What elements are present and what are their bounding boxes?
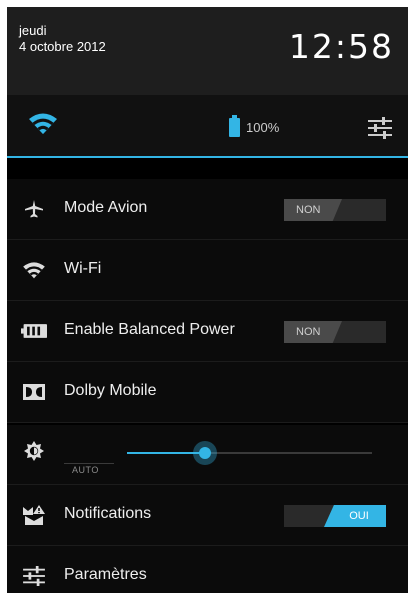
notifications-icon [21,503,47,527]
wifi-label: Wi-Fi [64,260,102,277]
dolby-row[interactable]: Dolby Mobile [7,362,408,423]
battery-status[interactable]: 100% [229,115,280,137]
brightness-row: AUTO [7,425,408,485]
notifications-label: Notifications [64,505,152,522]
notifications-toggle[interactable]: OUI [284,505,386,527]
sliders-icon[interactable] [368,117,392,144]
airplane-mode-row[interactable]: Mode Avion NON [7,179,408,240]
dolby-icon [21,380,47,404]
brightness-icon[interactable] [21,439,47,463]
balanced-power-toggle[interactable]: NON [284,321,386,343]
battery-icon [229,115,240,137]
sliders-icon [21,564,47,588]
day-label: jeudi [19,23,47,38]
settings-label: Paramètres [64,566,147,583]
airplane-mode-toggle[interactable]: NON [284,199,386,221]
brightness-slider-thumb[interactable] [193,441,218,465]
airplane-icon [21,197,47,221]
status-row: 100% [7,95,408,157]
balanced-power-toggle-state: NON [284,321,342,343]
notifications-toggle-state: OUI [324,505,386,527]
auto-brightness-divider [64,463,114,464]
quick-settings-panel: jeudi 4 octobre 2012 12:58 100% Mode Avi… [7,7,408,593]
wifi-icon [21,258,47,282]
header: jeudi 4 octobre 2012 12:58 [7,7,408,95]
auto-brightness-toggle[interactable]: AUTO [72,465,99,475]
battery-horizontal-icon [21,319,47,343]
notifications-row[interactable]: Notifications OUI [7,485,408,546]
airplane-mode-label: Mode Avion [64,199,148,216]
balanced-power-label: Enable Balanced Power [64,321,235,338]
settings-row[interactable]: Paramètres [7,546,408,593]
dolby-label: Dolby Mobile [64,382,157,399]
wifi-icon[interactable] [29,113,57,140]
battery-percent: 100% [246,120,280,135]
brightness-slider[interactable] [127,441,372,465]
header-divider [7,156,408,158]
clock: 12:58 [288,27,394,66]
airplane-mode-toggle-state: NON [284,199,342,221]
date-label: 4 octobre 2012 [19,39,106,54]
balanced-power-row[interactable]: Enable Balanced Power NON [7,301,408,362]
wifi-row[interactable]: Wi-Fi [7,240,408,301]
